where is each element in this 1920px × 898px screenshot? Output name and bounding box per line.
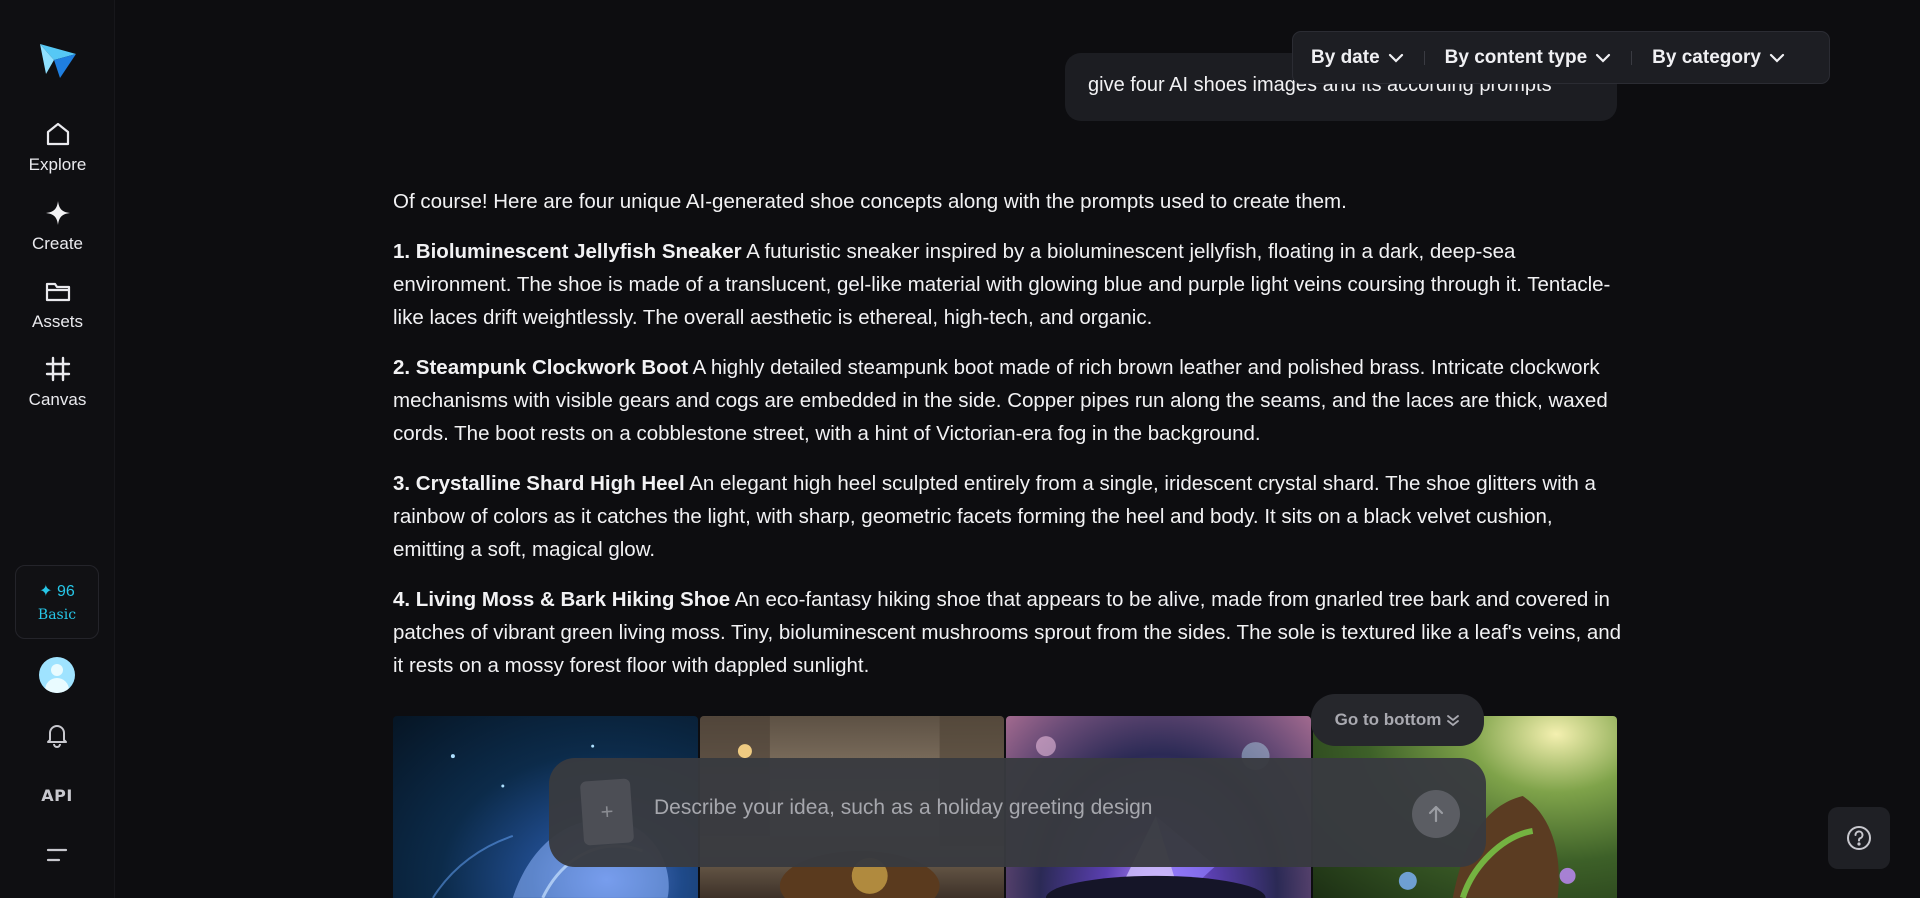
- avatar-body: [45, 678, 69, 693]
- prompt-title: 1. Bioluminescent Jellyfish Sneaker: [393, 240, 742, 263]
- plan-label: Basic: [37, 607, 77, 623]
- go-to-bottom-label: Go to bottom: [1334, 710, 1442, 729]
- chevron-down-icon: [1769, 53, 1785, 63]
- credits-badge[interactable]: ✦ 96 Basic: [15, 565, 99, 639]
- assistant-response: Of course! Here are four unique AI-gener…: [393, 185, 1623, 699]
- api-button[interactable]: API: [40, 778, 74, 812]
- prompt-title: 2. Steampunk Clockwork Boot: [393, 356, 689, 379]
- attach-image-button[interactable]: +: [579, 778, 635, 846]
- filter-label: By date: [1311, 46, 1380, 68]
- prompt-item: 4. Living Moss & Bark Hiking Shoe An eco…: [393, 583, 1623, 682]
- sidebar-item-canvas[interactable]: Canvas: [0, 354, 115, 410]
- help-button[interactable]: [1828, 807, 1890, 869]
- folder-icon: [45, 282, 70, 302]
- prompt-item: 1. Bioluminescent Jellyfish Sneaker A fu…: [393, 235, 1623, 334]
- filter-bar: By date By content type By category: [1292, 31, 1830, 84]
- filter-label: By category: [1652, 46, 1761, 68]
- sidebar-item-label: Assets: [31, 312, 84, 331]
- help-icon: [1847, 826, 1871, 850]
- prompt-composer: +: [549, 758, 1486, 867]
- prompt-title: 3. Crystalline Shard High Heel: [393, 472, 685, 495]
- chevron-down-icon: [1596, 53, 1611, 63]
- avatar-head: [51, 664, 63, 676]
- filter-by-date[interactable]: By date: [1311, 47, 1404, 69]
- menu-icon: [46, 848, 68, 862]
- api-label: API: [41, 785, 73, 805]
- plus-icon: +: [599, 798, 615, 825]
- prompt-item: 2. Steampunk Clockwork Boot A highly det…: [393, 351, 1623, 450]
- arrow-up-icon: [1428, 805, 1444, 823]
- app-logo-icon[interactable]: [36, 38, 78, 80]
- credits-count: ✦ 96: [39, 583, 75, 600]
- sidebar-item-label: Explore: [28, 155, 87, 174]
- divider: [1423, 50, 1425, 65]
- response-intro: Of course! Here are four unique AI-gener…: [393, 190, 1347, 213]
- prompt-title: 4. Living Moss & Bark Hiking Shoe: [393, 588, 731, 611]
- prompt-input[interactable]: [654, 788, 1374, 828]
- send-button[interactable]: [1412, 790, 1460, 838]
- sidebar-item-create[interactable]: Create: [0, 198, 115, 254]
- avatar[interactable]: [39, 657, 75, 693]
- prompt-item: 3. Crystalline Shard High Heel An elegan…: [393, 467, 1623, 566]
- go-to-bottom-button[interactable]: Go to bottom: [1311, 694, 1484, 746]
- sidebar-item-assets[interactable]: Assets: [0, 276, 115, 332]
- filter-by-content-type[interactable]: By content type: [1445, 47, 1612, 69]
- home-icon: [46, 122, 69, 146]
- notifications-button[interactable]: [40, 718, 74, 752]
- frame-icon: [45, 356, 70, 382]
- sparkle-icon: [45, 201, 70, 225]
- sidebar-item-explore[interactable]: Explore: [0, 119, 115, 175]
- bell-icon: [47, 725, 67, 748]
- double-chevron-down-icon: [1447, 715, 1460, 727]
- sidebar: Explore Create Assets Canvas ✦ 96 Basic: [0, 0, 115, 898]
- sidebar-item-label: Create: [31, 234, 84, 253]
- divider: [1631, 50, 1633, 65]
- menu-button[interactable]: [40, 838, 74, 872]
- filter-label: By content type: [1444, 46, 1588, 68]
- sidebar-item-label: Canvas: [28, 390, 87, 409]
- chevron-down-icon: [1388, 53, 1403, 63]
- filter-by-category[interactable]: By category: [1652, 47, 1785, 69]
